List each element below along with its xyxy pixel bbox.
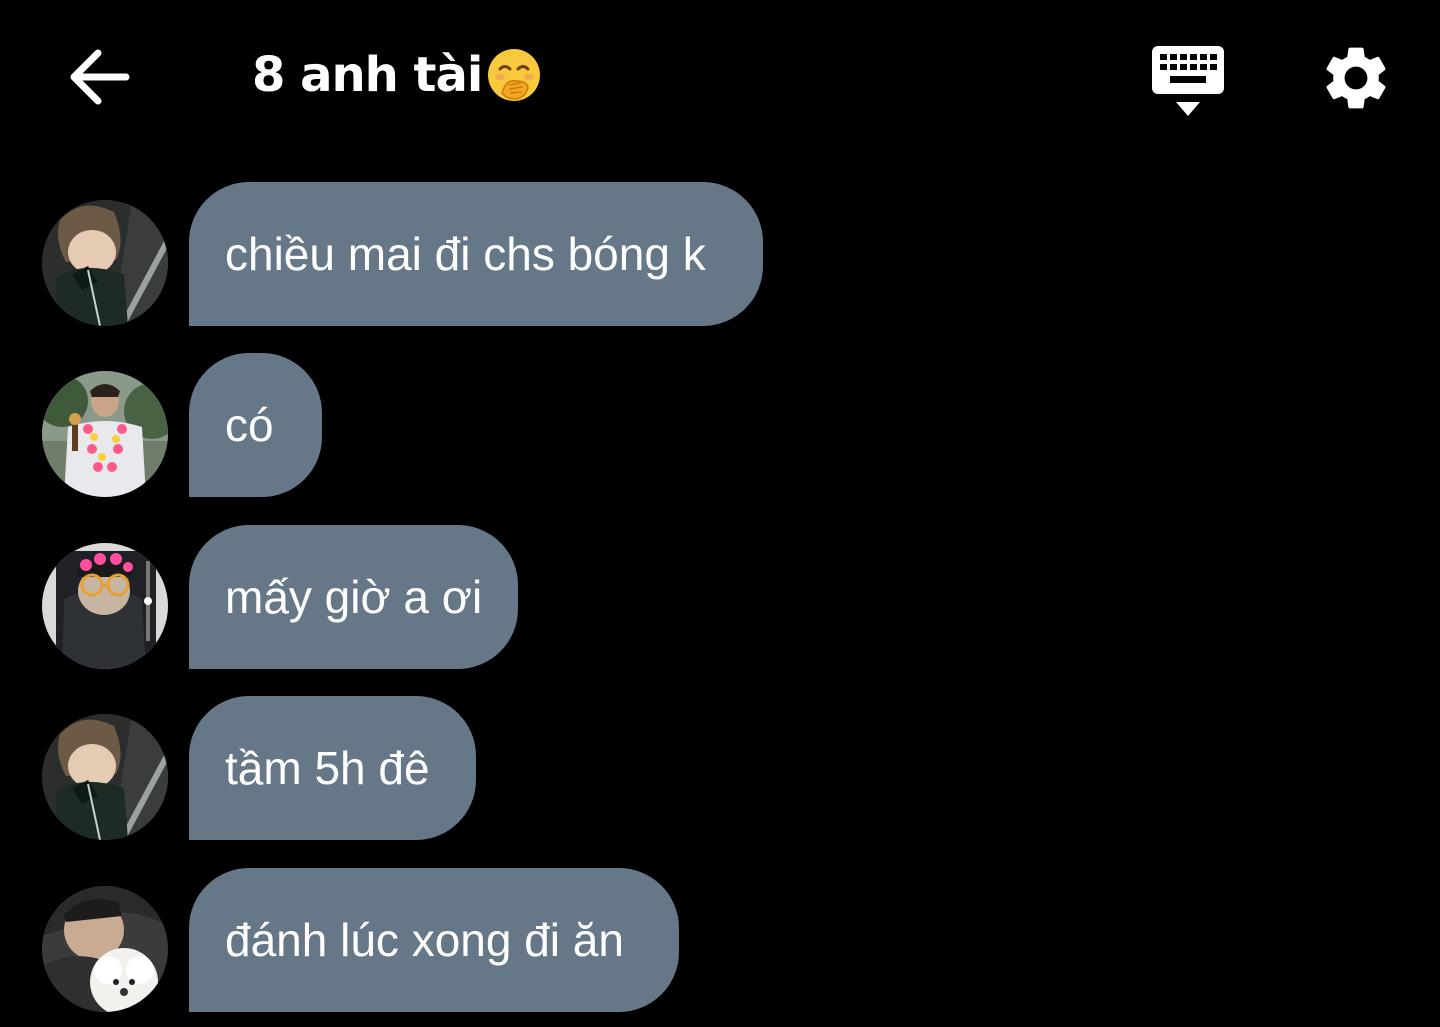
gear-icon <box>1326 47 1386 109</box>
keyboard-hide-icon <box>1152 46 1224 116</box>
message-row: tầm 5h đê <box>0 696 1440 840</box>
avatar[interactable] <box>42 714 168 840</box>
message-bubble[interactable]: mấy giờ a ơi <box>189 525 518 669</box>
message-row: chiều mai đi chs bóng k <box>0 182 1440 326</box>
message-text: chiều mai đi chs bóng k <box>225 228 706 280</box>
settings-button[interactable] <box>1318 40 1394 116</box>
back-button[interactable] <box>64 44 134 110</box>
keyboard-hide-button[interactable] <box>1148 42 1228 120</box>
chat-title-text: 8 anh tài <box>252 47 483 103</box>
message-row: đánh lúc xong đi ăn <box>0 868 1440 1012</box>
arrow-left-icon <box>70 49 130 105</box>
avatar[interactable] <box>42 886 168 1012</box>
chat-header: 8 anh tài <box>0 0 1440 150</box>
message-text: đánh lúc xong đi ăn <box>225 914 624 966</box>
message-row: có <box>0 353 1440 497</box>
message-bubble[interactable]: chiều mai đi chs bóng k <box>189 182 763 326</box>
message-row: mấy giờ a ơi <box>0 525 1440 669</box>
avatar[interactable] <box>42 371 168 497</box>
avatar[interactable] <box>42 200 168 326</box>
message-text: mấy giờ a ơi <box>225 571 483 623</box>
message-text: có <box>225 399 274 451</box>
message-text: tầm 5h đê <box>225 742 430 794</box>
message-bubble[interactable]: tầm 5h đê <box>189 696 476 840</box>
avatar[interactable] <box>42 543 168 669</box>
message-bubble[interactable]: đánh lúc xong đi ăn <box>189 868 679 1012</box>
face-with-hand-over-mouth-icon <box>488 49 541 101</box>
chat-title: 8 anh tài <box>252 40 542 110</box>
message-bubble[interactable]: có <box>189 353 322 497</box>
